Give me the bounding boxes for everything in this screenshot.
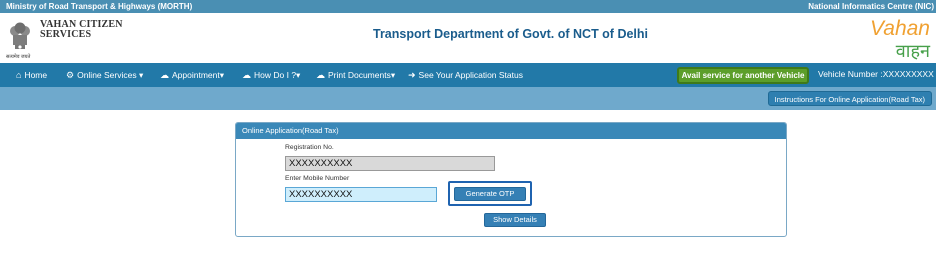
nav-print-documents[interactable]: ☁ Print Documents▾ [316,70,395,81]
cloud-icon: ☁ [160,70,169,80]
nav-home[interactable]: ⌂ Home [16,70,47,80]
nav-online-services[interactable]: ⚙ Online Services ▾ [66,70,143,81]
cloud-icon: ☁ [316,70,325,80]
avail-service-button[interactable]: Avail service for another Vehicle [677,67,809,84]
road-tax-form-panel: Online Application(Road Tax) Registratio… [235,122,787,237]
vehicle-number-label: Vehicle Number :XXXXXXXXX [818,69,934,79]
instructions-button[interactable]: Instructions For Online Application(Road… [767,91,932,106]
nav-application-status[interactable]: ➜ See Your Application Status [408,70,523,81]
header: सत्यमेव जयते VAHAN CITIZEN SERVICES Tran… [0,13,936,63]
arrow-right-icon: ➜ [408,70,416,80]
nav-print-documents-label: Print Documents [328,70,391,80]
brand-line-2: SERVICES [40,29,92,40]
registration-label: Registration No. [285,144,334,151]
show-details-button[interactable]: Show Details [484,213,546,227]
nav-how-do-i-label: How Do I ? [254,70,297,80]
nav-home-label: Home [24,70,48,80]
cloud-icon: ☁ [242,70,251,80]
vahan-logo: Vahan वाहन [870,17,931,61]
sub-bar: Instructions For Online Application(Road… [0,87,936,110]
generate-otp-button[interactable]: Generate OTP [454,187,526,201]
main-nav: ⌂ Home ⚙ Online Services ▾ ☁ Appointment▾ ☁… [0,63,936,87]
mobile-label: Enter Mobile Number [285,175,350,182]
caret-down-icon: ▾ [219,70,225,80]
mobile-input[interactable]: XXXXXXXXXX [285,187,437,202]
caret-down-icon: ▾ [296,70,301,80]
nav-appointment-label: Appointment [172,70,220,80]
nav-appointment[interactable]: ☁ Appointment▾ [160,70,224,81]
nav-online-services-label: Online Services [77,70,137,80]
top-strip: Ministry of Road Transport & Highways (M… [0,0,936,13]
home-icon: ⌂ [16,70,22,80]
nic-label: National Informatics Centre (NIC) [808,2,934,11]
nav-application-status-label: See Your Application Status [418,70,523,80]
registration-input[interactable]: XXXXXXXXXX [285,156,495,171]
department-title: Transport Department of Govt. of NCT of … [373,27,649,41]
vahan-logo-en: Vahan [870,17,930,40]
vahan-logo-hi: वाहन [896,41,931,61]
emblem-caption: सत्यमेव जयते [6,54,31,60]
nav-how-do-i[interactable]: ☁ How Do I ?▾ [242,70,300,81]
panel-title: Online Application(Road Tax) [236,123,786,139]
gear-icon: ⚙ [66,70,75,80]
caret-down-icon: ▾ [138,70,144,80]
ministry-label: Ministry of Road Transport & Highways (M… [6,2,193,11]
national-emblem-icon [10,22,30,49]
caret-down-icon: ▾ [390,70,396,80]
site-brand: VAHAN CITIZEN SERVICES [40,20,123,40]
